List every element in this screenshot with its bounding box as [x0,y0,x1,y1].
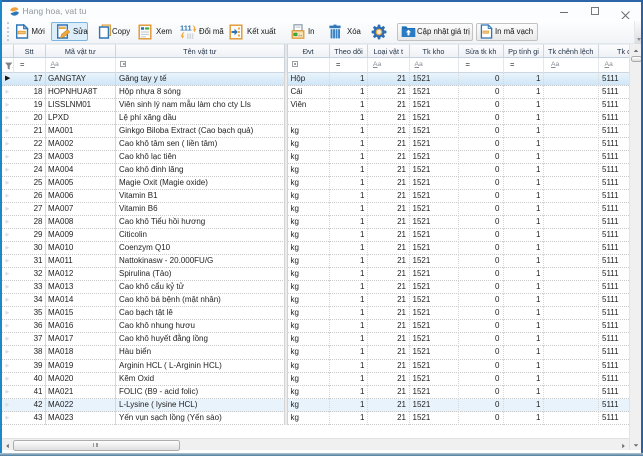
svg-text:111: 111 [180,24,192,33]
